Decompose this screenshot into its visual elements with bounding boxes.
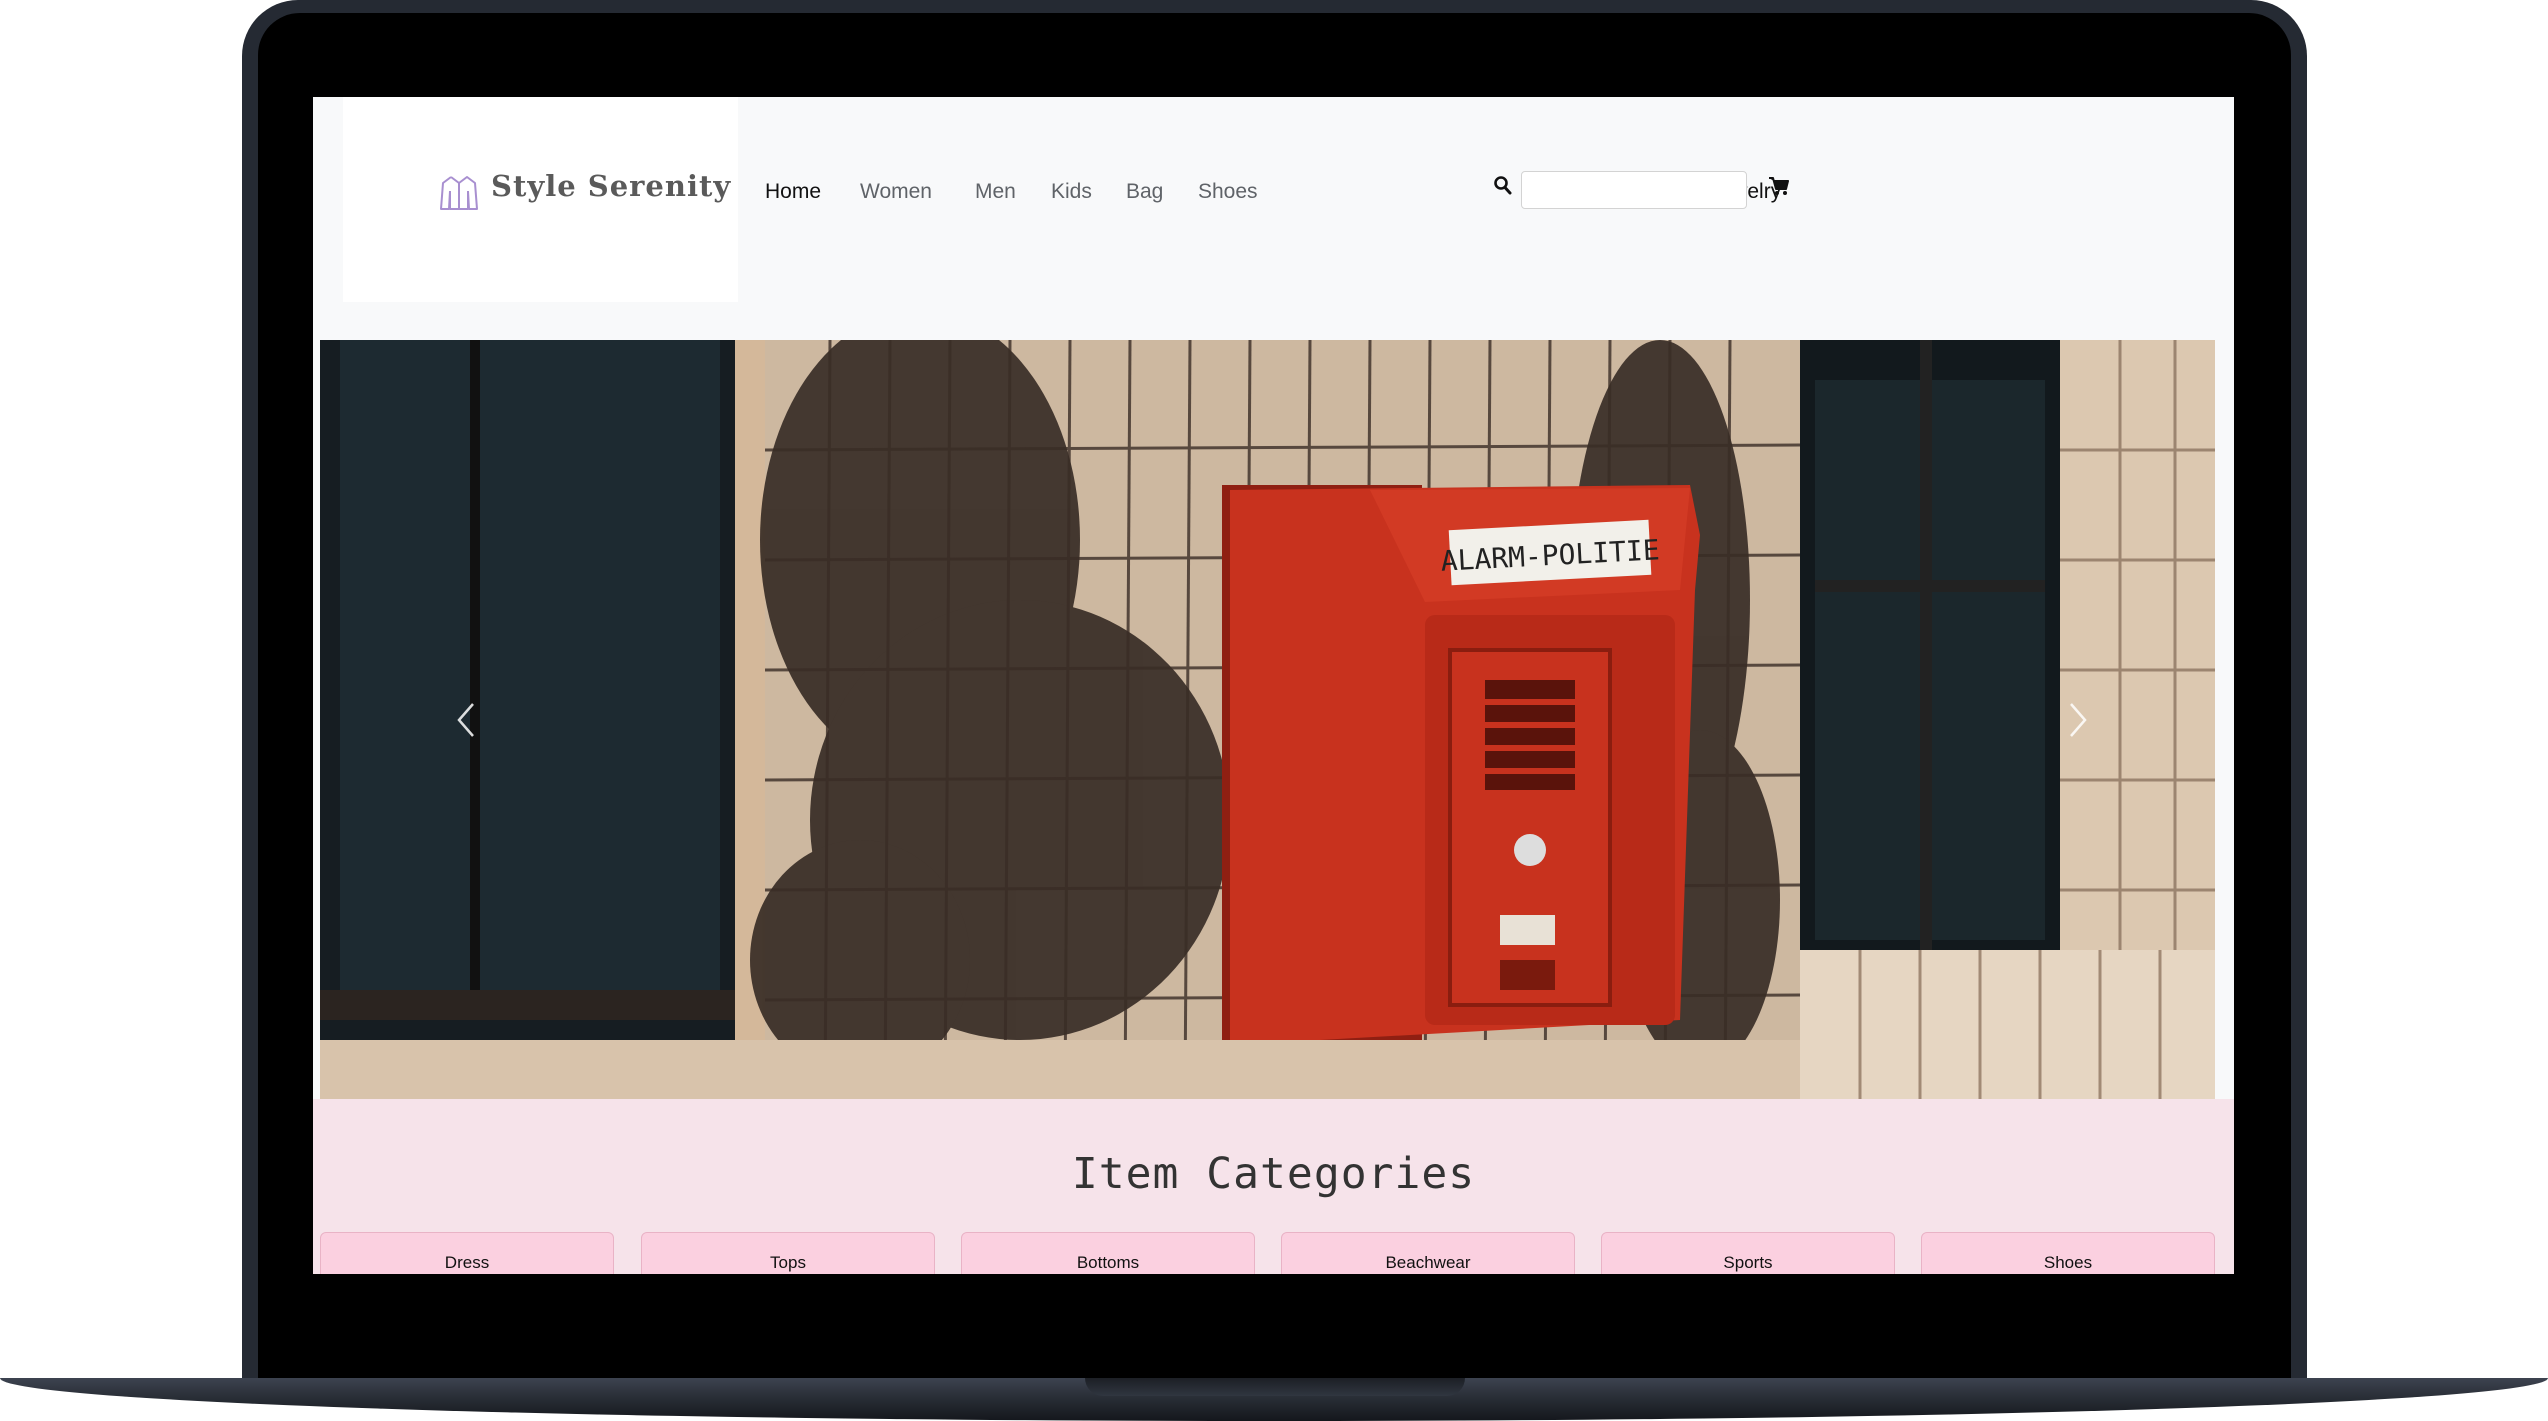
- nav-shoes[interactable]: Shoes: [1198, 180, 1258, 204]
- category-beachwear-button[interactable]: Beachwear: [1281, 1232, 1575, 1274]
- category-dress-button[interactable]: Dress: [320, 1232, 614, 1274]
- chevron-right-icon[interactable]: [2065, 700, 2089, 740]
- category-bottoms-button[interactable]: Bottoms: [961, 1232, 1255, 1274]
- search-input[interactable]: [1521, 171, 1747, 209]
- category-tops-button[interactable]: Tops: [641, 1232, 935, 1274]
- nav-bag[interactable]: Bag: [1126, 180, 1163, 204]
- item-categories-section: Item Categories Dress Tops Bottoms Beach…: [313, 1099, 2234, 1274]
- jacket-icon: [440, 176, 478, 210]
- brand-logo[interactable]: Style Serenity: [343, 97, 738, 302]
- navbar: Style Serenity Home Women Men Kids Bag S…: [313, 97, 2234, 337]
- hero-image: ALARM-POLITIE: [320, 340, 2215, 1099]
- section-title: Item Categories: [1071, 1149, 1476, 1199]
- search-icon[interactable]: [1493, 175, 1513, 197]
- hero-carousel: ALARM-POLITIE: [320, 340, 2215, 1099]
- laptop-notch: [1085, 1378, 1465, 1396]
- category-sports-button[interactable]: Sports: [1601, 1232, 1895, 1274]
- brand-name: Style Serenity: [491, 169, 732, 203]
- nav-kids[interactable]: Kids: [1051, 180, 1092, 204]
- nav-home[interactable]: Home: [765, 180, 821, 204]
- cart-icon[interactable]: [1768, 175, 1790, 197]
- chevron-left-icon[interactable]: [455, 700, 479, 740]
- nav-women[interactable]: Women: [860, 180, 932, 204]
- browser-viewport: Style Serenity Home Women Men Kids Bag S…: [313, 97, 2234, 1274]
- category-shoes-button[interactable]: Shoes: [1921, 1232, 2215, 1274]
- nav-men[interactable]: Men: [975, 180, 1016, 204]
